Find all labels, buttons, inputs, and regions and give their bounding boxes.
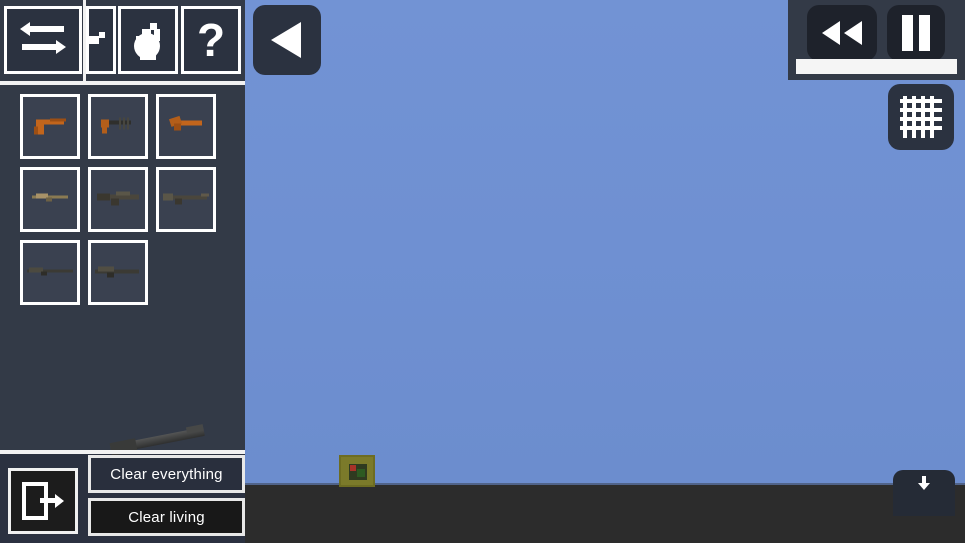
weapon-marksman bbox=[93, 262, 143, 283]
download-button[interactable] bbox=[893, 470, 955, 516]
weapon-slot[interactable] bbox=[156, 94, 216, 159]
clear-actions: Clear everything Clear living bbox=[88, 455, 245, 536]
sidebar-divider bbox=[0, 450, 245, 454]
clear-everything-label: Clear everything bbox=[110, 465, 223, 483]
next-button[interactable] bbox=[86, 6, 116, 74]
swap-arrows-icon bbox=[20, 22, 66, 54]
pause-bars-icon bbox=[899, 15, 933, 51]
exit-button[interactable] bbox=[8, 468, 78, 534]
toolbar-underline bbox=[0, 81, 245, 85]
entity-marker-red bbox=[350, 465, 356, 471]
pause-bar-right bbox=[919, 15, 930, 51]
exit-door-icon bbox=[22, 482, 64, 520]
entity-marker-green bbox=[357, 469, 365, 477]
grenade-icon bbox=[134, 23, 160, 60]
grid-mesh-icon bbox=[900, 96, 942, 138]
weapon-smg bbox=[97, 113, 139, 140]
weapon-slot[interactable] bbox=[20, 94, 80, 159]
weapon-slot[interactable] bbox=[20, 167, 80, 232]
clear-living-button[interactable]: Clear living bbox=[88, 498, 245, 536]
timeline-progress-fill bbox=[796, 59, 957, 74]
weapon-sawed-off bbox=[166, 114, 206, 139]
clear-everything-button[interactable]: Clear everything bbox=[88, 455, 245, 493]
weapon-battle-rifle bbox=[161, 188, 211, 211]
pause-bar-left bbox=[902, 15, 913, 51]
grid-toggle-button[interactable] bbox=[888, 84, 954, 150]
weapon-sniper bbox=[25, 263, 75, 282]
weapon-slot[interactable] bbox=[20, 240, 80, 305]
sidebar-toolbar: ? bbox=[0, 0, 245, 85]
weapon-carbine bbox=[28, 189, 72, 210]
arrow-right-icon bbox=[89, 32, 105, 44]
playback-panel bbox=[788, 0, 965, 80]
rewind-double-triangle-icon bbox=[822, 21, 862, 45]
weapon-slot[interactable] bbox=[88, 167, 148, 232]
weapon-pistol bbox=[30, 113, 70, 140]
back-button[interactable] bbox=[253, 5, 321, 75]
weapon-assault-rifle bbox=[94, 187, 142, 212]
clear-living-label: Clear living bbox=[128, 508, 205, 526]
swap-mode-button[interactable] bbox=[4, 6, 82, 74]
weapon-slot[interactable] bbox=[88, 240, 148, 305]
download-arrow-icon bbox=[918, 476, 930, 490]
rewind-button[interactable] bbox=[807, 5, 877, 61]
crate-entity[interactable] bbox=[339, 455, 375, 487]
timeline-scrubber[interactable] bbox=[796, 59, 957, 74]
weapon-slot[interactable] bbox=[88, 94, 148, 159]
help-button[interactable]: ? bbox=[181, 6, 241, 74]
pause-button[interactable] bbox=[887, 5, 945, 61]
play-left-triangle-icon bbox=[271, 22, 301, 58]
weapon-slot[interactable] bbox=[156, 167, 216, 232]
question-mark-icon: ? bbox=[196, 14, 226, 66]
weapon-grid bbox=[20, 94, 220, 305]
grenade-button[interactable] bbox=[118, 6, 178, 74]
